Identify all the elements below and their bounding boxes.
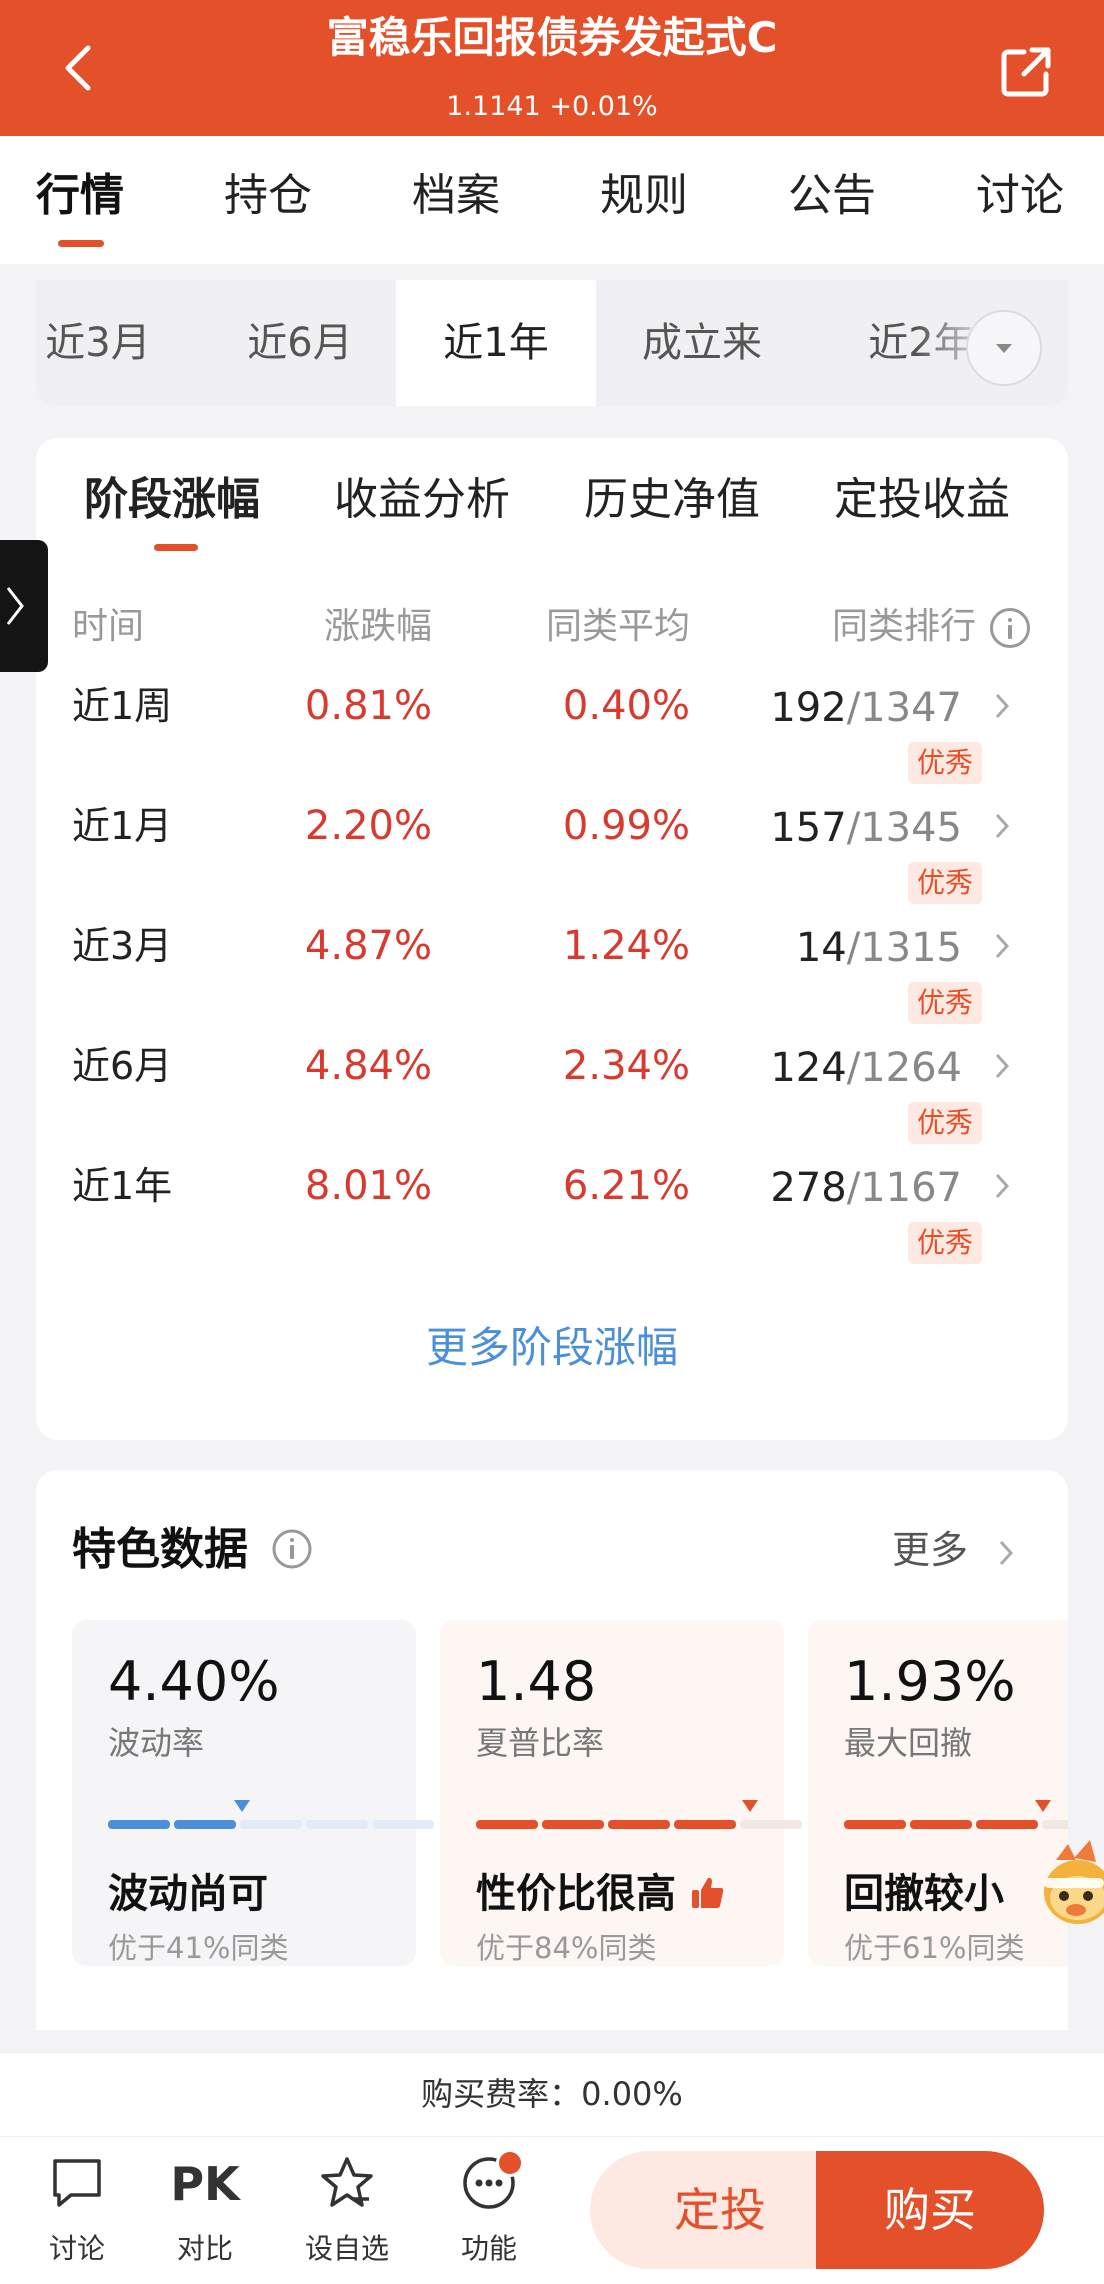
mascot-icon[interactable] xyxy=(1034,1834,1104,1934)
subtab-stage-returns[interactable]: 阶段涨幅 xyxy=(84,470,260,530)
period-tab-bar: 近3月 近6月 近1年 成立来 近2年 xyxy=(36,280,1068,406)
table-row[interactable]: 近6月 4.84% 2.34% 124/1264 优秀 xyxy=(36,1038,1068,1158)
meter-segment xyxy=(476,1820,538,1829)
meter-segment xyxy=(174,1820,236,1829)
subtab-return-analysis[interactable]: 收益分析 xyxy=(334,470,510,530)
chevron-down-icon xyxy=(996,344,1012,353)
subtab-indicator xyxy=(154,544,198,551)
meter-segment xyxy=(240,1820,302,1829)
header-bar: 富稳乐回报债券发起式C 1.1141 +0.01% xyxy=(0,0,1104,136)
meter-segment xyxy=(976,1820,1038,1829)
feature-data-card: 特色数据 更多 4.40% 波动率 波动尚可 优于41%同类 1.48 夏普比率… xyxy=(36,1470,1068,2030)
main-tab-bar: 行情 持仓 档案 规则 公告 讨论 xyxy=(0,136,1104,264)
purchase-fee-rate: 购买费率：0.00% xyxy=(421,2075,683,2113)
table-row[interactable]: 近1年 8.01% 6.21% 278/1167 优秀 xyxy=(36,1158,1068,1278)
tab-market[interactable]: 行情 xyxy=(36,168,124,224)
tab-holdings[interactable]: 持仓 xyxy=(224,168,312,224)
tab-discussion[interactable]: 讨论 xyxy=(976,168,1064,224)
level-marker xyxy=(741,1800,758,1812)
notification-dot xyxy=(496,2149,524,2177)
metric-max-drawdown[interactable]: 1.93% 最大回撤 回撤较小 优于61%同类 xyxy=(808,1620,1068,1966)
sip-button[interactable]: 定投 xyxy=(590,2151,850,2269)
table-row[interactable]: 近1周 0.81% 0.40% 192/1347 优秀 xyxy=(36,678,1068,798)
meter-segment xyxy=(844,1820,906,1829)
chevron-right-icon xyxy=(995,693,1010,719)
rank-badge: 优秀 xyxy=(908,1102,982,1144)
metric-volatility[interactable]: 4.40% 波动率 波动尚可 优于41%同类 xyxy=(72,1620,434,1966)
meter-segment xyxy=(740,1820,802,1829)
chevron-right-icon xyxy=(995,1173,1010,1199)
tab-announcements[interactable]: 公告 xyxy=(788,168,876,224)
returns-card: 阶段涨幅 收益分析 历史净值 定投收益 时间 涨跌幅 同类平均 同类排行 近1周… xyxy=(36,438,1068,1440)
side-drawer-handle[interactable] xyxy=(0,540,48,672)
meter-segment xyxy=(608,1820,670,1829)
bottom-action-bar: 讨论 PK 对比 设自选 功能 定投 购买 xyxy=(0,2136,1104,2284)
nav-add-watchlist[interactable]: 设自选 xyxy=(292,2155,402,2275)
rank-badge: 优秀 xyxy=(908,982,982,1024)
nav-functions[interactable]: 功能 xyxy=(434,2155,544,2275)
chevron-right-icon xyxy=(995,1053,1010,1079)
chevron-right-icon xyxy=(999,1540,1014,1566)
feature-data-title: 特色数据 xyxy=(72,1520,313,1580)
fund-title: 富稳乐回报债券发起式C xyxy=(326,13,778,62)
header-category-avg: 同类平均 xyxy=(545,606,690,647)
period-tab-3m[interactable]: 近3月 xyxy=(36,280,160,406)
info-icon[interactable] xyxy=(271,1528,313,1570)
nav-compare[interactable]: PK 对比 xyxy=(150,2155,260,2275)
rank-badge: 优秀 xyxy=(908,1222,982,1264)
table-row[interactable]: 近3月 4.87% 1.24% 14/1315 优秀 xyxy=(36,918,1068,1038)
chevron-right-icon xyxy=(995,933,1010,959)
more-stage-returns-link[interactable]: 更多阶段涨幅 xyxy=(36,1318,1068,1378)
rank-badge: 优秀 xyxy=(908,742,982,784)
meter-segment xyxy=(108,1820,170,1829)
meter-segment xyxy=(910,1820,972,1829)
chat-bubble-icon xyxy=(53,2159,101,2207)
main-tab-indicator xyxy=(58,240,104,247)
period-tab-1y[interactable]: 近1年 xyxy=(396,280,596,406)
feature-more-link[interactable]: 更多 xyxy=(892,1520,1014,1580)
metric-sharpe[interactable]: 1.48 夏普比率 性价比很高 优于84%同类 xyxy=(440,1620,802,1966)
tab-profile[interactable]: 档案 xyxy=(412,168,500,224)
period-tab-since-inception[interactable]: 成立来 xyxy=(612,280,792,406)
share-icon[interactable] xyxy=(994,40,1058,104)
level-marker xyxy=(1034,1800,1051,1812)
header-change: 涨跌幅 xyxy=(323,606,432,647)
chevron-right-icon xyxy=(995,813,1010,839)
fund-nav-change: 1.1141 +0.01% xyxy=(446,91,658,122)
fee-bar: 购买费率：0.00% xyxy=(0,2052,1104,2136)
meter-segment xyxy=(542,1820,604,1829)
subtab-history-nav[interactable]: 历史净值 xyxy=(584,470,760,530)
meter-segment xyxy=(306,1820,368,1829)
star-icon xyxy=(321,2157,373,2207)
pk-icon: PK xyxy=(170,2157,240,2211)
buy-button[interactable]: 购买 xyxy=(816,2151,1044,2269)
meter-segment xyxy=(372,1820,434,1829)
rank-badge: 优秀 xyxy=(908,862,982,904)
thumbs-up-icon xyxy=(691,1877,724,1908)
nav-discuss[interactable]: 讨论 xyxy=(22,2155,132,2275)
info-icon[interactable] xyxy=(990,608,1030,648)
level-marker xyxy=(233,1800,250,1812)
meter-segment xyxy=(674,1820,736,1829)
period-tab-6m[interactable]: 近6月 xyxy=(212,280,388,406)
header-time: 时间 xyxy=(72,606,145,647)
subtab-sip-returns[interactable]: 定投收益 xyxy=(834,470,1010,530)
table-row[interactable]: 近1月 2.20% 0.99% 157/1345 优秀 xyxy=(36,798,1068,918)
period-dropdown-button[interactable] xyxy=(966,310,1042,386)
chevron-right-icon xyxy=(6,587,24,625)
tab-rules[interactable]: 规则 xyxy=(600,168,688,224)
header-category-rank: 同类排行 xyxy=(831,606,976,647)
meter-segment xyxy=(1042,1820,1068,1829)
